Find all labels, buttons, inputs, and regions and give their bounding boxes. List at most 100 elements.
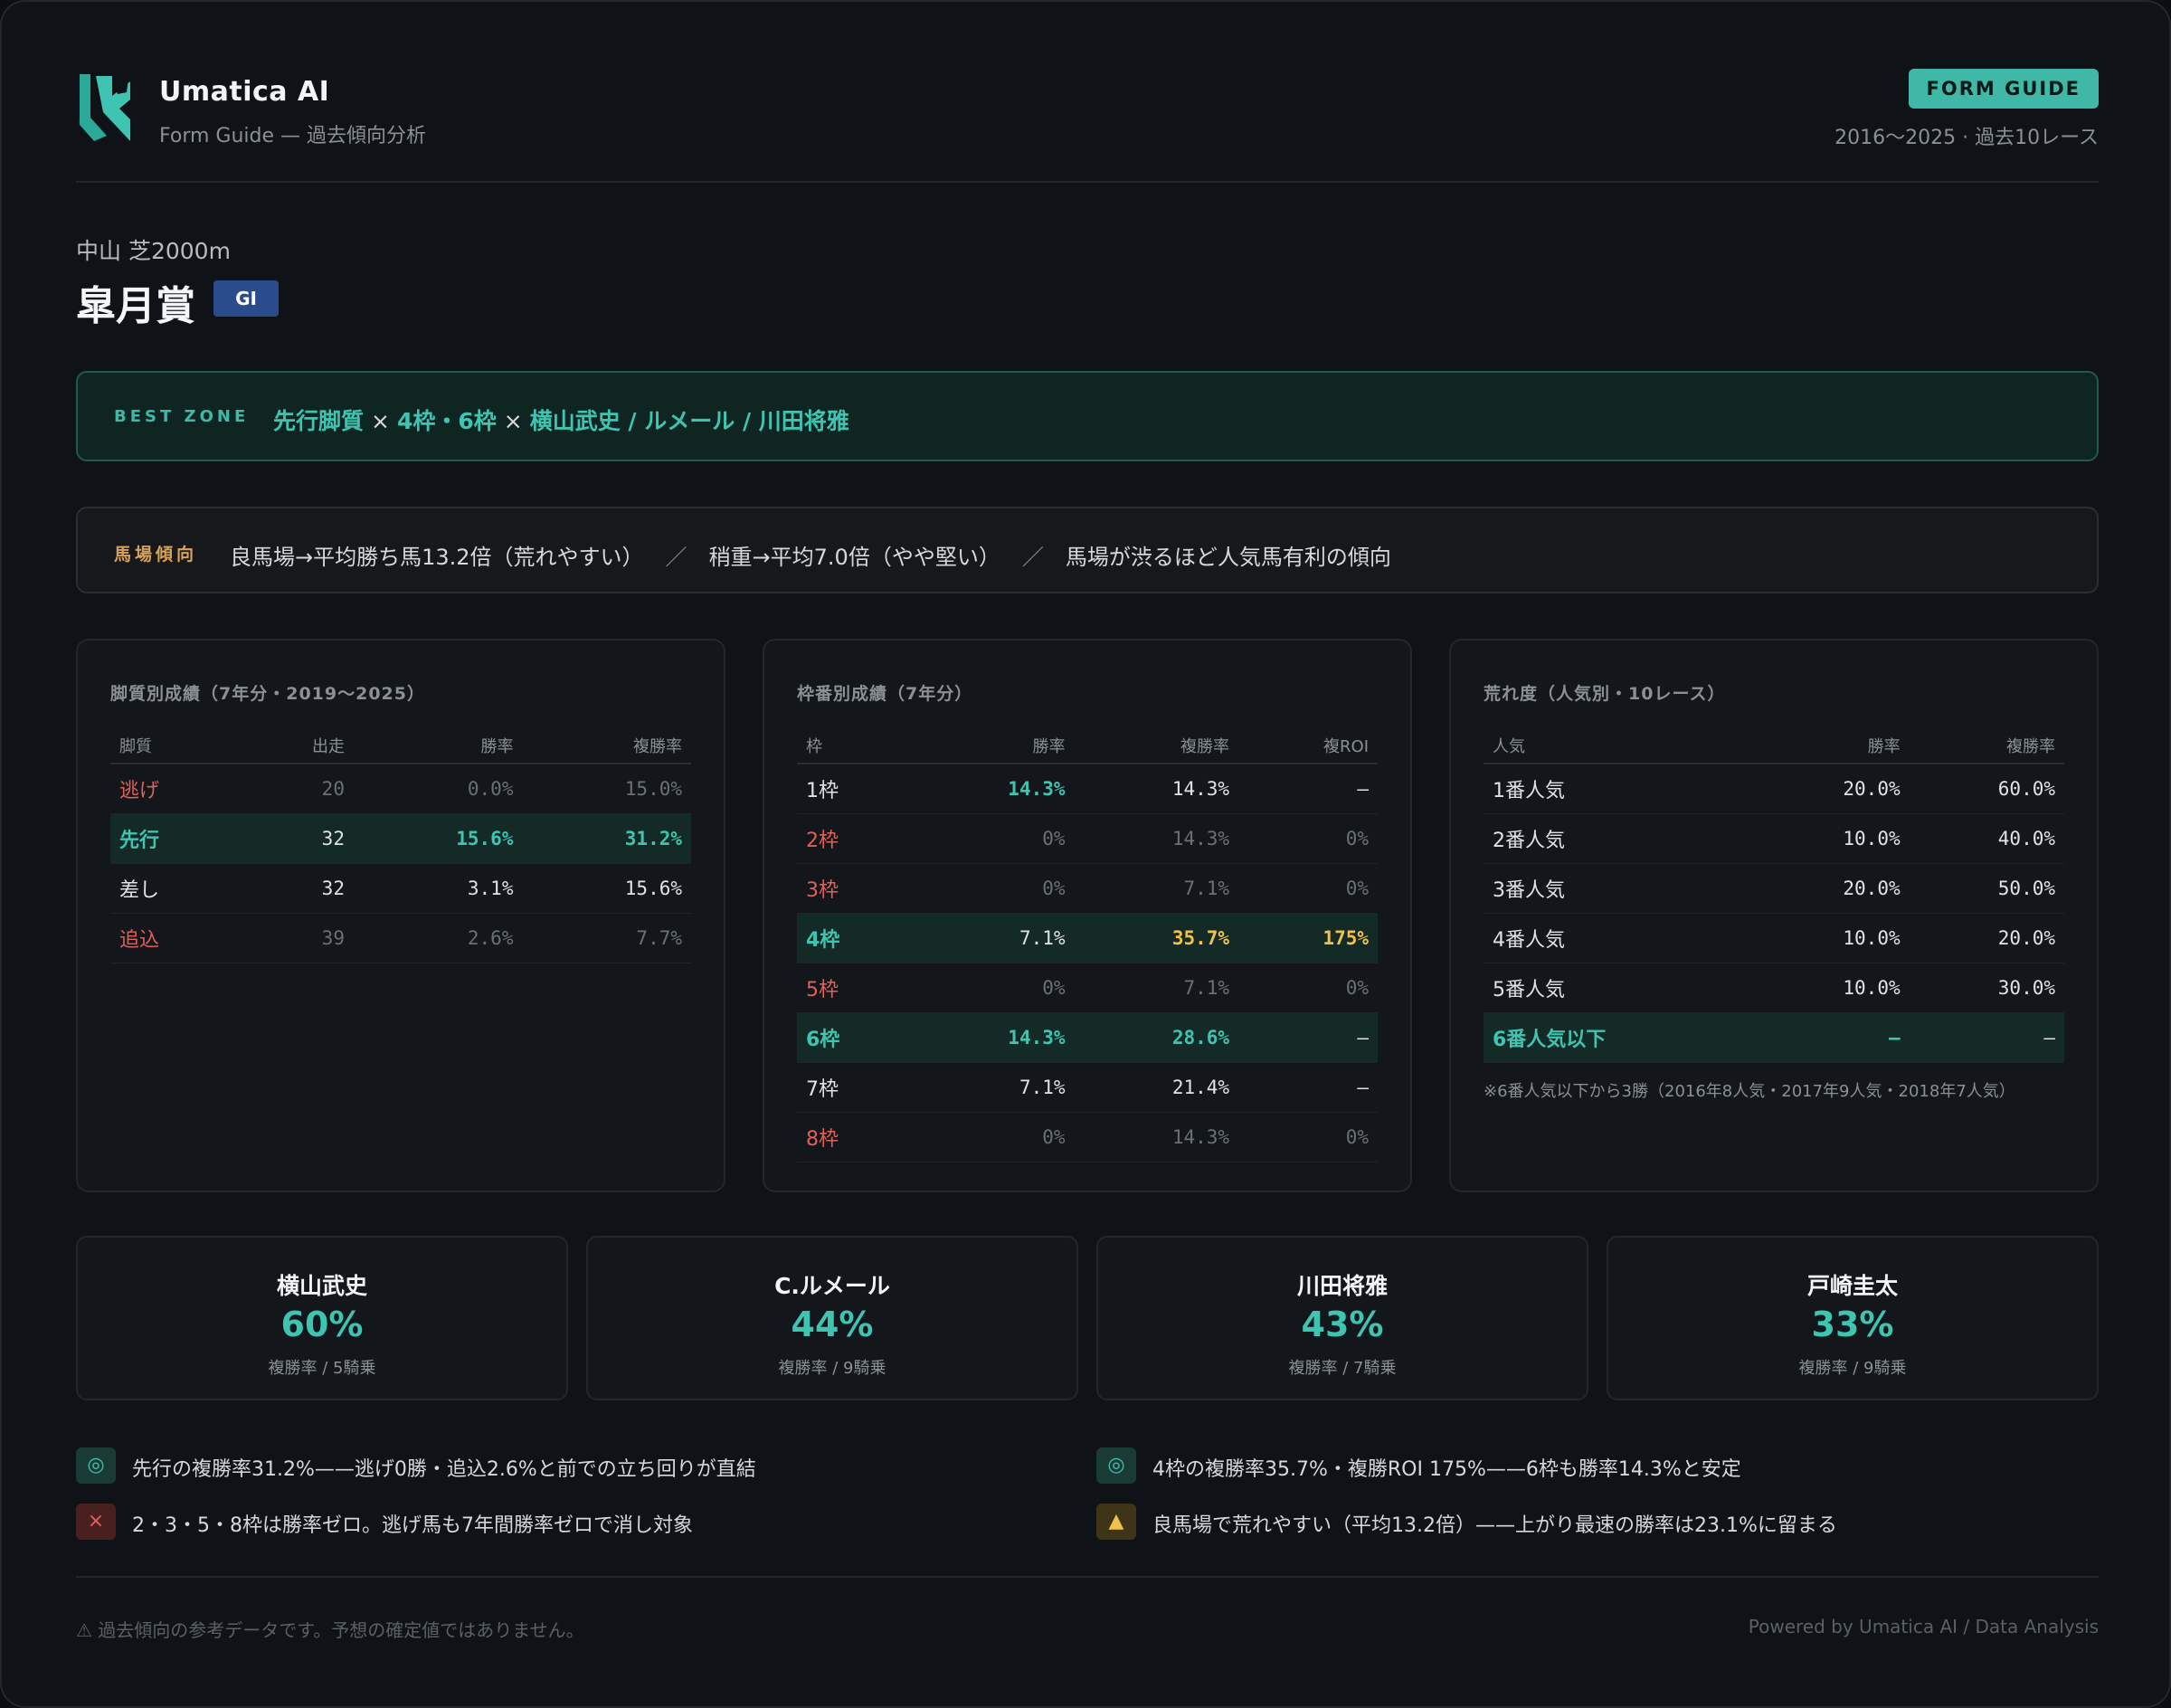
umatica-logo-icon <box>80 74 130 141</box>
cell: – <box>1238 1012 1378 1063</box>
cell: – <box>1238 764 1378 814</box>
cell: 20.0% <box>1909 913 2064 963</box>
insight-text: 良馬場で荒れやすい（平均13.2倍）——上がり最速の勝率は23.1%に留まる <box>1152 1514 1837 1537</box>
cell: 追込 <box>110 913 241 963</box>
cell: 60.0% <box>1909 764 2064 814</box>
grade-badge: GI <box>213 280 279 317</box>
panel-title: 脚質別成績（7年分・2019〜2025） <box>110 684 425 704</box>
best-zone-gate: 4枠・6枠 <box>396 408 497 434</box>
cell: 0% <box>1238 863 1378 914</box>
best-zone-sep: × <box>503 408 523 434</box>
cell: 2枠 <box>797 813 910 864</box>
cell: 14.3% <box>910 1012 1075 1063</box>
cell: 7枠 <box>797 1062 910 1113</box>
jockey-card: 川田将雅 43% 複勝率 / 7騎乗 <box>1096 1236 1588 1400</box>
col-header: 勝率 <box>910 727 1075 764</box>
col-header: 勝率 <box>353 727 523 764</box>
table-row: 追込 39 2.6% 7.7% <box>110 913 691 963</box>
cell: 6枠 <box>797 1012 910 1063</box>
cell: 21.4% <box>1074 1062 1239 1113</box>
cell: 175% <box>1238 913 1378 963</box>
insight-text: 先行の複勝率31.2%——逃げ0勝・追込2.6%と前での立ち回りが直結 <box>132 1458 756 1481</box>
cell: 39 <box>240 913 354 963</box>
cell: 0% <box>910 863 1075 914</box>
col-header: 複勝率 <box>522 727 691 764</box>
cross-icon: × <box>76 1504 116 1540</box>
cell: 32 <box>240 863 354 914</box>
cell: 3番人気 <box>1484 863 1755 914</box>
cell: 4枠 <box>797 913 910 963</box>
table-row: 2番人気 10.0% 40.0% <box>1484 813 2064 864</box>
jockey-name: C.ルメール <box>774 1273 890 1299</box>
table-row-highlight: 6枠 14.3% 28.6% – <box>797 1012 1378 1063</box>
cell: 0% <box>1238 1112 1378 1162</box>
double-circle-icon: ◎ <box>1096 1447 1136 1484</box>
cell: 4番人気 <box>1484 913 1755 963</box>
table-row: 5番人気 10.0% 30.0% <box>1484 963 2064 1013</box>
gate-table: 枠 勝率 複勝率 複ROI 1枠 14.3% 14.3% – 2枠 0% 14.… <box>797 727 1378 1162</box>
brand-subtitle: Form Guide — 過去傾向分析 <box>159 125 427 147</box>
cell: 0.0% <box>353 764 523 814</box>
cell: 8枠 <box>797 1112 910 1162</box>
track-sep: ／ <box>1021 545 1044 570</box>
cell: 10.0% <box>1754 813 1910 864</box>
cell: 14.3% <box>1074 764 1239 814</box>
cell: 7.1% <box>910 1062 1075 1113</box>
track-trend-label: 馬場傾向 <box>114 545 198 565</box>
col-header: 人気 <box>1484 727 1755 764</box>
cell: 先行 <box>110 813 241 864</box>
cell: 0% <box>910 963 1075 1013</box>
table-row: 3枠 0% 7.1% 0% <box>797 863 1378 914</box>
track-summary: 馬場が渋るほど人気馬有利の傾向 <box>1065 545 1391 570</box>
cell: 0% <box>910 1112 1075 1162</box>
cell: 3.1% <box>353 863 523 914</box>
table-row: 5枠 0% 7.1% 0% <box>797 963 1378 1013</box>
cell: 15.0% <box>522 764 691 814</box>
jockey-name: 戸崎圭太 <box>1806 1273 1898 1299</box>
cell: 6番人気以下 <box>1484 1012 1755 1063</box>
cell: 28.6% <box>1074 1012 1239 1063</box>
brand-name: Umatica AI <box>159 76 330 108</box>
track-sep: ／ <box>665 545 687 570</box>
insight-text: 2・3・5・8枠は勝率ゼロ。逃げ馬も7年間勝率ゼロで消し対象 <box>132 1514 693 1537</box>
table-row: 2枠 0% 14.3% 0% <box>797 813 1378 864</box>
col-header: 複勝率 <box>1909 727 2064 764</box>
cell: 0% <box>1238 963 1378 1013</box>
cell: 14.3% <box>1074 813 1239 864</box>
jockey-sub: 複勝率 / 7騎乗 <box>1288 1359 1397 1378</box>
jockey-name: 横山武史 <box>276 1273 367 1299</box>
track-slightly-heavy: 稍重→平均7.0倍（やや堅い） <box>708 545 1000 570</box>
jockey-name: 川田将雅 <box>1296 1273 1388 1299</box>
table-row: 1番人気 20.0% 60.0% <box>1484 764 2064 814</box>
track-good: 良馬場→平均勝ち馬13.2倍（荒れやすい） <box>230 545 644 570</box>
cell: – <box>1238 1062 1378 1113</box>
cell: 40.0% <box>1909 813 2064 864</box>
jockey-card: C.ルメール 44% 複勝率 / 9騎乗 <box>586 1236 1078 1400</box>
best-zone-text: 先行脚質 × 4枠・6枠 × 横山武史 / ルメール / 川田将雅 <box>273 403 849 436</box>
powered-by: Powered by Umatica AI / Data Analysis <box>1748 1616 2099 1637</box>
table-row: 1枠 14.3% 14.3% – <box>797 764 1378 814</box>
cell: 0% <box>910 813 1075 864</box>
cell: 14.3% <box>910 764 1075 814</box>
jockey-place-rate: 44% <box>791 1305 874 1344</box>
cell: 32 <box>240 813 354 864</box>
cell: 30.0% <box>1909 963 2064 1013</box>
insight-text: 4枠の複勝率35.7%・複勝ROI 175%——6枠も勝率14.3%と安定 <box>1152 1458 1741 1481</box>
cell: 35.7% <box>1074 913 1239 963</box>
cell: 5枠 <box>797 963 910 1013</box>
table-row: 差し 32 3.1% 15.6% <box>110 863 691 914</box>
running-style-panel: 脚質別成績（7年分・2019〜2025） 脚質 出走 勝率 複勝率 逃げ 20 … <box>76 639 725 1192</box>
best-zone-banner: BEST ZONE 先行脚質 × 4枠・6枠 × 横山武史 / ルメール / 川田将雅 <box>76 371 2099 461</box>
table-row-highlight: 6番人気以下 – – <box>1484 1012 2064 1063</box>
jockey-card: 横山武史 60% 複勝率 / 5騎乗 <box>76 1236 568 1400</box>
best-zone-sep: × <box>371 408 390 434</box>
footer-divider <box>76 1576 2099 1578</box>
cell: 1番人気 <box>1484 764 1755 814</box>
col-header: 枠 <box>797 727 910 764</box>
cell: 20.0% <box>1754 764 1910 814</box>
gate-panel: 枠番別成績（7年分） 枠 勝率 複勝率 複ROI 1枠 14.3% 14.3% … <box>763 639 1412 1192</box>
cell: 10.0% <box>1754 913 1910 963</box>
best-zone-label: BEST ZONE <box>114 407 250 426</box>
cell: 7.1% <box>1074 863 1239 914</box>
popularity-panel: 荒れ度（人気別・10レース） 人気 勝率 複勝率 1番人気 20.0% 60.0… <box>1449 639 2099 1192</box>
